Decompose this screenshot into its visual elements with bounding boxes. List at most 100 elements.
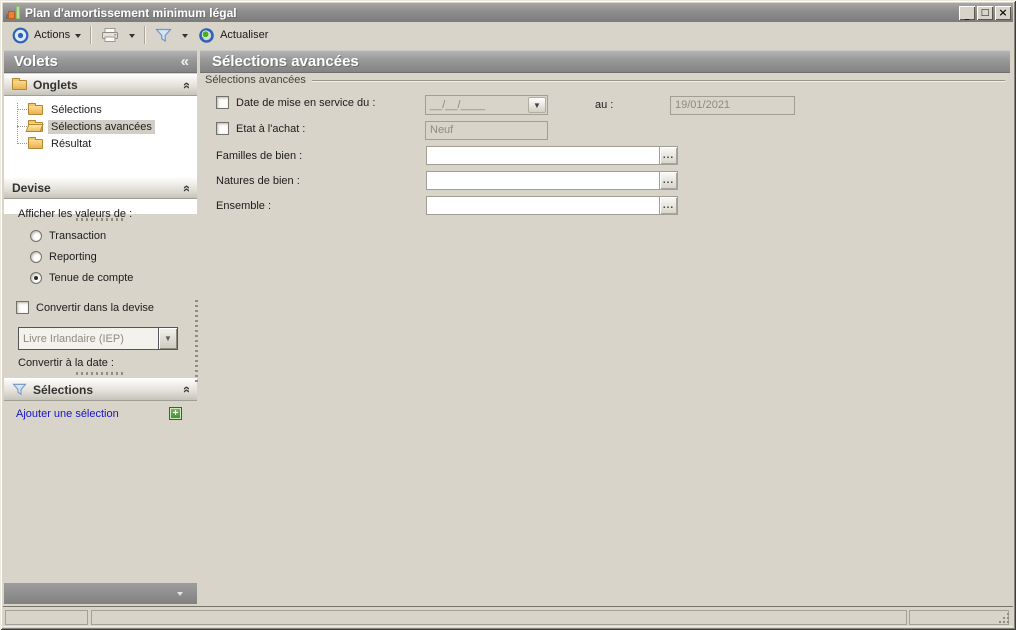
folder-icon	[28, 136, 43, 149]
print-options-button[interactable]	[124, 24, 140, 46]
target-icon	[12, 27, 29, 43]
radio-transaction[interactable]: Transaction	[30, 230, 106, 242]
ensemble-input-wrapper: ...	[426, 196, 678, 215]
natures-input[interactable]	[427, 172, 658, 189]
sidebar-collapse-icon[interactable]: «	[181, 53, 189, 70]
checkbox-icon	[16, 301, 29, 314]
currency-select[interactable]: Livre Irlandaire (IEP) ▼	[18, 327, 178, 350]
etat-achat-field: Neuf	[425, 121, 548, 140]
ensemble-input[interactable]	[427, 197, 658, 214]
application-window: Plan d'amortissement minimum légal _ □ ×…	[0, 0, 1016, 630]
app-logo-icon	[6, 5, 20, 20]
printer-icon	[102, 28, 119, 42]
filter-options-button[interactable]	[177, 24, 193, 46]
natures-input-wrapper: ...	[426, 171, 678, 190]
refresh-icon	[199, 27, 214, 43]
add-selection-plus-button[interactable]: +	[169, 407, 182, 420]
toolbar-separator	[90, 26, 93, 44]
chevron-down-icon	[177, 591, 183, 599]
open-folder-icon	[28, 119, 43, 132]
familles-input[interactable]	[427, 147, 658, 164]
folder-icon	[28, 102, 43, 115]
currency-value: Livre Irlandaire (IEP)	[23, 332, 124, 345]
natures-browse-button[interactable]: ...	[659, 172, 677, 189]
tree-item-resultat[interactable]: Résultat	[4, 135, 197, 152]
date-dropdown-button[interactable]: ▼	[528, 97, 546, 113]
status-pane-left	[5, 610, 88, 625]
actions-button[interactable]: Actions	[7, 24, 86, 46]
funnel-icon	[155, 28, 172, 42]
main-header: Sélections avancées	[200, 50, 1010, 73]
onglets-title: Onglets	[33, 78, 78, 92]
section-header-selections[interactable]: Sélections »	[4, 378, 197, 401]
chevron-down-icon: ▼	[164, 334, 172, 343]
sidebar-collapsed-bar[interactable]	[4, 583, 197, 604]
familles-label: Familles de bien :	[216, 150, 303, 162]
window-title: Plan d'amortissement minimum légal	[25, 5, 237, 20]
refresh-label: Actualiser	[220, 29, 269, 41]
main-panel: Sélections avancées Sélections avancées …	[200, 50, 1010, 605]
currency-dropdown-button[interactable]: ▼	[158, 328, 177, 349]
filter-button[interactable]	[150, 24, 177, 46]
splitter-handle[interactable]	[76, 372, 124, 375]
main-title: Sélections avancées	[212, 53, 359, 70]
radio-reporting[interactable]: Reporting	[30, 251, 97, 263]
radio-tenue-de-compte[interactable]: Tenue de compte	[30, 272, 133, 284]
radio-icon	[30, 230, 42, 242]
sidebar-panel-header: Volets «	[4, 50, 197, 73]
radio-icon	[30, 251, 42, 263]
date-to-field: 19/01/2021	[670, 96, 795, 115]
status-bar	[3, 606, 1013, 627]
display-values-label: Afficher les valeurs de :	[18, 208, 133, 220]
group-line	[311, 79, 1005, 82]
toolbar-separator	[144, 26, 147, 44]
section-header-onglets[interactable]: Onglets »	[4, 74, 197, 96]
collapse-section-icon[interactable]: »	[178, 81, 193, 88]
sidebar-resize-handle[interactable]	[195, 300, 198, 384]
sidebar-title: Volets	[14, 53, 58, 70]
convert-date-label: Convertir à la date :	[18, 357, 114, 369]
date-from-value: __/__/____	[430, 99, 486, 111]
status-pane-right	[909, 610, 1009, 625]
actions-dropdown-icon	[75, 33, 82, 41]
tree-item-selections-avancees[interactable]: Sélections avancées	[4, 118, 197, 135]
chevron-down-icon: ▼	[533, 100, 541, 110]
add-selection-link[interactable]: Ajouter une sélection	[16, 408, 119, 420]
tree-item-selections[interactable]: Sélections	[4, 101, 197, 118]
convert-currency-checkbox[interactable]: Convertir dans la devise	[16, 301, 154, 314]
minimize-button[interactable]: _	[959, 5, 975, 21]
selections-title: Sélections	[33, 382, 94, 397]
filter-dropdown-icon	[182, 33, 189, 41]
maximize-button[interactable]: □	[977, 5, 993, 20]
funnel-icon	[12, 383, 27, 396]
familles-input-wrapper: ...	[426, 146, 678, 165]
collapse-section-icon[interactable]: »	[178, 184, 193, 191]
sidebar: Volets « Onglets » Sélections Sélections…	[4, 50, 197, 605]
ensemble-label: Ensemble :	[216, 200, 272, 212]
status-pane-middle	[91, 610, 907, 625]
toolbar: Actions Actualiser	[3, 22, 1013, 48]
group-title: Sélections avancées	[205, 74, 306, 86]
print-button[interactable]	[96, 24, 124, 46]
section-header-devise[interactable]: Devise »	[4, 177, 197, 199]
devise-title: Devise	[12, 181, 51, 195]
natures-label: Natures de bien :	[216, 175, 300, 187]
resize-grip[interactable]	[1007, 621, 1009, 623]
close-button[interactable]: ×	[995, 5, 1011, 20]
date-service-checkbox[interactable]: Date de mise en service du :	[216, 96, 375, 109]
checkbox-icon	[216, 122, 229, 135]
radio-checked-icon	[30, 272, 42, 284]
etat-achat-checkbox[interactable]: Etat à l'achat :	[216, 122, 305, 135]
actions-label: Actions	[34, 29, 71, 41]
collapse-section-icon[interactable]: »	[178, 386, 193, 393]
checkbox-icon	[216, 96, 229, 109]
au-label: au :	[595, 99, 614, 111]
print-dropdown-icon	[129, 33, 136, 41]
group-box-legend: Sélections avancées	[205, 74, 1005, 86]
folder-icon	[12, 78, 27, 90]
ensemble-browse-button[interactable]: ...	[659, 197, 677, 214]
titlebar: Plan d'amortissement minimum légal _ □ ×	[3, 3, 1013, 22]
familles-browse-button[interactable]: ...	[659, 147, 677, 164]
refresh-button[interactable]: Actualiser	[193, 24, 273, 46]
date-from-select[interactable]: __/__/____ ▼	[425, 95, 548, 115]
